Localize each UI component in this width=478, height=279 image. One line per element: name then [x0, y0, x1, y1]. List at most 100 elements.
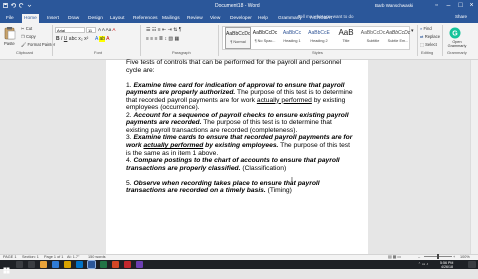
tab-references[interactable]: References [131, 14, 160, 23]
style-title[interactable]: AaB Title [333, 27, 359, 49]
item-bold-text: by existing employees. [203, 142, 279, 150]
close-icon[interactable]: × [467, 1, 476, 10]
font-color-buttons[interactable]: A ab A [95, 36, 109, 42]
share-button[interactable]: Share [455, 14, 467, 19]
grammarly-group-label: Grammarly [447, 50, 467, 55]
list-item: 4. Compare postings to the chart of acco… [126, 157, 356, 172]
tab-home[interactable]: Home [22, 14, 39, 23]
alignment-buttons[interactable]: ≡ ≡ ≡ ≣ ↕ ▨ ▦ [146, 36, 179, 42]
title-bar: Document18 - Word Barb Wanschwaski ▫ – □… [0, 0, 478, 12]
item-text: (Classification) [240, 164, 287, 172]
tab-design[interactable]: Design [86, 14, 105, 23]
onenote-icon[interactable] [136, 261, 143, 268]
group-divider [52, 25, 53, 56]
item-bold-text: Compare postings to the chart of account… [126, 157, 340, 172]
style-name: Subtle Em... [387, 39, 409, 43]
paragraph-group-label: Paragraph [172, 50, 191, 55]
document-body[interactable]: Five tests of controls that can be perfo… [126, 59, 356, 195]
task-view-icon[interactable] [28, 261, 35, 268]
style-heading-2[interactable]: AaBbCcE Heading 2 [306, 27, 332, 49]
outlook-icon[interactable] [76, 261, 83, 268]
ribbon-display-icon[interactable]: ▫ [432, 1, 441, 10]
powerpoint-icon[interactable] [112, 261, 119, 268]
save-icon[interactable] [3, 3, 8, 8]
style-no-spacing[interactable]: AaBbCcDc ¶ No Spac... [252, 27, 278, 49]
style-name: Heading 1 [283, 39, 301, 43]
file-explorer-icon[interactable] [40, 261, 47, 268]
tab-review[interactable]: Review [185, 14, 205, 23]
ribbon-tab-bar: File Home Insert Draw Design Layout Refe… [0, 12, 478, 23]
ibeam-cursor-icon: I [291, 177, 293, 184]
grow-shrink-font-icons[interactable]: A A Aa A [98, 27, 115, 32]
tell-me-search[interactable]: Tell me what you want to do [298, 14, 354, 19]
tab-layout[interactable]: Layout [108, 14, 126, 23]
style-sample: AaBbCc [282, 30, 302, 36]
style-name: Subtitle [366, 39, 380, 43]
clock-date[interactable]: 4/26/18 [441, 265, 453, 269]
style-sample: AaB [338, 28, 354, 37]
tab-file[interactable]: File [4, 14, 16, 23]
word-taskbar-icon[interactable] [87, 260, 96, 269]
open-grammarly-button[interactable]: Open Grammarly [444, 40, 470, 48]
group-divider [442, 25, 443, 56]
find-label: Find [423, 26, 432, 31]
copy-button[interactable]: ❐ Copy [21, 34, 36, 39]
vertical-scrollbar[interactable] [470, 60, 478, 254]
customize-qat-icon[interactable] [27, 3, 32, 8]
tab-mailings[interactable]: Mailings [160, 14, 182, 23]
system-tray-icons[interactable]: ⌃ ▭ ♪ [418, 262, 428, 266]
replace-label: Replace [424, 34, 441, 39]
tab-help[interactable]: Help [256, 14, 270, 23]
item-bold-underlined-text: actually performed [143, 142, 204, 150]
tab-developer[interactable]: Developer [228, 14, 254, 23]
style-sample: AaBbCcDc [360, 30, 386, 36]
intro-paragraph: Five tests of controls that can be perfo… [126, 59, 342, 74]
chrome-icon[interactable] [64, 261, 71, 268]
style-normal[interactable]: AaBbCcDc ¶ Normal [225, 27, 251, 49]
replace-icon: ⇄ [420, 34, 424, 39]
format-painter-button[interactable]: 🖌 Format Painter [21, 42, 55, 48]
font-size-box[interactable]: 11 [86, 27, 96, 33]
select-label: Select [425, 42, 437, 47]
select-button[interactable]: ⬚ Select [420, 42, 437, 47]
zoom-slider-thumb[interactable] [437, 254, 439, 259]
style-name: ¶ Normal [230, 40, 246, 44]
tab-insert[interactable]: Insert [45, 14, 61, 23]
styles-more-icon[interactable]: ▾ [411, 28, 414, 34]
style-subtitle[interactable]: AaBbCcDc Subtitle [360, 27, 386, 49]
font-format-buttons[interactable]: B I U abc x₂ x² [56, 36, 88, 42]
editing-group-label: Editing [421, 50, 434, 55]
style-name: Heading 2 [310, 39, 328, 43]
style-name: ¶ No Spac... [254, 39, 276, 43]
group-divider [218, 25, 219, 56]
scissors-icon: ✂ [21, 26, 25, 31]
edge-icon[interactable] [52, 261, 59, 268]
style-subtle-emphasis[interactable]: AaBbCcDc Subtle Em... [385, 27, 411, 49]
document-page[interactable]: Five tests of controls that can be perfo… [106, 59, 368, 254]
document-workspace: Five tests of controls that can be perfo… [0, 59, 478, 254]
find-icon: ⌕ [420, 26, 423, 31]
search-icon[interactable] [16, 261, 23, 268]
replace-button[interactable]: ⇄ Replace [420, 34, 440, 39]
cut-button[interactable]: ✂ Cut [21, 26, 32, 31]
acrobat-icon[interactable] [124, 261, 131, 268]
paste-button[interactable]: Paste [4, 41, 15, 46]
excel-icon[interactable] [100, 261, 107, 268]
action-center-icon[interactable] [468, 261, 476, 268]
group-divider [140, 25, 141, 56]
minimize-icon[interactable]: – [444, 1, 453, 10]
redo-icon[interactable] [19, 3, 24, 8]
find-button[interactable]: ⌕ Find [420, 26, 432, 31]
list-indent-buttons[interactable]: ☰ ☷ ≡ ⇤ ⇥ ⇅ ¶ [146, 27, 181, 33]
item-text: (Timing) [265, 187, 292, 195]
style-heading-1[interactable]: AaBbCc Heading 1 [279, 27, 305, 49]
svg-text:G: G [452, 31, 458, 38]
font-name-box[interactable]: Arial [55, 27, 85, 33]
user-name[interactable]: Barb Wanschwaski [375, 3, 413, 8]
undo-icon[interactable] [11, 3, 16, 8]
tab-draw[interactable]: Draw [66, 14, 81, 23]
windows-start-icon[interactable] [3, 261, 10, 274]
maximize-icon[interactable]: □ [456, 1, 465, 10]
tab-view[interactable]: View [208, 14, 222, 23]
